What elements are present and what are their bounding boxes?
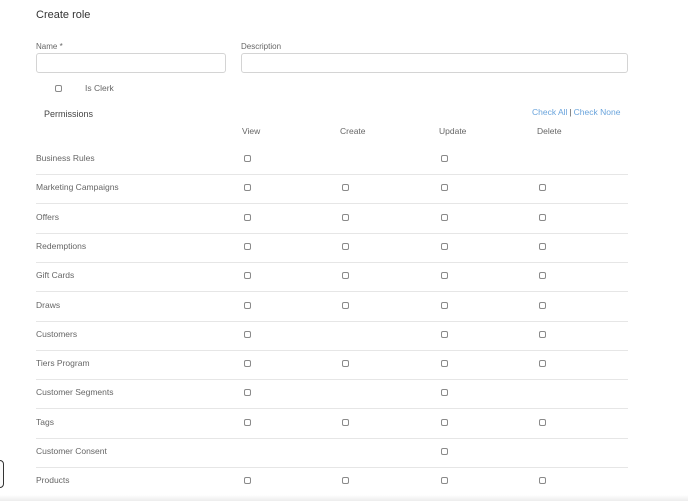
permission-label: Gift Cards [36, 270, 75, 281]
table-row: Gift Cards [36, 262, 628, 293]
delete-checkbox[interactable] [539, 301, 546, 309]
view-checkbox[interactable] [244, 330, 251, 338]
description-label: Description [241, 42, 282, 51]
view-checkbox[interactable] [244, 213, 251, 221]
table-row: Offers [36, 204, 628, 234]
table-row: Customers [36, 321, 628, 351]
delete-checkbox[interactable] [539, 330, 546, 338]
view-checkbox[interactable] [244, 155, 251, 162]
delete-checkbox[interactable] [539, 184, 546, 192]
permissions-title: Permissions [44, 109, 94, 119]
create-checkbox[interactable] [342, 213, 349, 221]
check-all-link[interactable]: Check All [532, 107, 567, 117]
create-checkbox[interactable] [342, 418, 349, 426]
view-checkbox[interactable] [244, 301, 251, 309]
update-checkbox[interactable] [441, 389, 448, 397]
delete-checkbox[interactable] [539, 213, 546, 221]
create-checkbox[interactable] [342, 184, 349, 192]
bottom-edge [0, 495, 688, 501]
column-header-view: View [242, 126, 261, 136]
update-checkbox[interactable] [441, 448, 448, 455]
delete-checkbox[interactable] [539, 360, 546, 368]
view-checkbox[interactable] [244, 360, 251, 368]
update-checkbox[interactable] [441, 418, 448, 426]
view-checkbox[interactable] [244, 184, 251, 192]
view-checkbox[interactable] [244, 418, 251, 426]
table-row: Marketing Campaigns [36, 174, 628, 205]
update-checkbox[interactable] [441, 272, 448, 280]
table-row: Customer Segments [36, 379, 628, 410]
view-checkbox[interactable] [244, 272, 251, 280]
check-links-separator: | [569, 107, 572, 117]
permission-label: Redemptions [36, 240, 87, 251]
permission-label: Customer Consent [36, 446, 107, 456]
update-checkbox[interactable] [441, 477, 448, 485]
check-links: Check All | Check None [532, 107, 620, 117]
table-row: Business Rules [36, 145, 628, 175]
update-checkbox[interactable] [441, 213, 448, 221]
create-checkbox[interactable] [342, 360, 349, 368]
table-row: Draws [36, 292, 628, 322]
create-checkbox[interactable] [342, 301, 349, 309]
scroll-handle[interactable] [0, 460, 4, 488]
permission-label: Draws [36, 299, 61, 310]
permission-label: Customer Segments [36, 387, 114, 398]
delete-checkbox[interactable] [539, 272, 546, 280]
create-checkbox[interactable] [342, 242, 349, 250]
is-clerk-checkbox[interactable] [55, 85, 62, 92]
page-title: Create role [36, 9, 91, 21]
table-row: Products [36, 467, 628, 496]
permission-label: Tags [36, 416, 54, 427]
permission-label: Customers [36, 328, 78, 339]
check-none-link[interactable]: Check None [574, 107, 621, 117]
is-clerk-label: Is Clerk [85, 83, 114, 93]
delete-checkbox[interactable] [539, 418, 546, 426]
view-checkbox[interactable] [244, 477, 251, 485]
column-header-delete: Delete [537, 126, 562, 136]
permission-label: Marketing Campaigns [36, 182, 119, 193]
permission-label: Products [36, 475, 70, 486]
view-checkbox[interactable] [244, 242, 251, 250]
update-checkbox[interactable] [441, 242, 448, 250]
update-checkbox[interactable] [441, 155, 448, 162]
create-checkbox[interactable] [342, 477, 349, 485]
permission-label: Offers [36, 211, 59, 222]
column-header-update: Update [439, 126, 467, 136]
name-label: Name * [36, 42, 63, 51]
table-row: Tags [36, 409, 628, 439]
description-input[interactable] [241, 53, 628, 73]
table-row: Tiers Program [36, 350, 628, 381]
update-checkbox[interactable] [441, 360, 448, 368]
update-checkbox[interactable] [441, 330, 448, 338]
table-row: Customer Consent [36, 438, 628, 468]
name-input[interactable] [36, 53, 226, 73]
delete-checkbox[interactable] [539, 477, 546, 485]
create-checkbox[interactable] [342, 272, 349, 280]
column-header-create: Create [340, 126, 366, 136]
permission-label: Business Rules [36, 153, 95, 163]
update-checkbox[interactable] [441, 301, 448, 309]
delete-checkbox[interactable] [539, 242, 546, 250]
permission-label: Tiers Program [36, 358, 90, 369]
table-row: Redemptions [36, 233, 628, 263]
update-checkbox[interactable] [441, 184, 448, 192]
view-checkbox[interactable] [244, 389, 251, 397]
